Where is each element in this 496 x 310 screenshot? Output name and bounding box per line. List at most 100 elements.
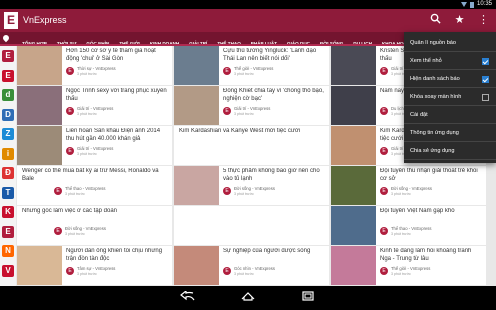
menu-item[interactable]: Thông tin ứng dụng [404,126,496,142]
article-time: 3 phút trước [234,192,254,196]
source-icon: E [54,187,62,195]
status-icons: 10:35 [460,0,492,9]
source-logo[interactable]: E [2,225,14,238]
article-card[interactable]: Đội tuyển thu nhận giải thoát trẻ khỏi c… [331,166,486,205]
source-logo[interactable]: V [2,264,14,277]
menu-item-label: Khóa xoay màn hình [410,94,462,100]
article-card[interactable]: Cựu thủ tướng Yingluck: 'Lãnh đạo Thái L… [174,46,329,85]
menu-checkbox[interactable] [482,94,489,101]
article-title [179,208,327,224]
source-icon: E [223,67,231,75]
article-card[interactable]: Đội tuyển Việt Nam gặp khó E Thể thao - Vn… [331,206,486,245]
tab-goc-nhin[interactable]: GÓC NHÌN [81,38,114,44]
article-thumbnail [174,246,219,285]
status-bar: 10:35 [0,0,496,9]
tab-du-lich[interactable]: DU LỊCH [348,38,377,44]
source-icon: E [66,107,74,115]
article-title: Cựu thủ tướng Yingluck: 'Lãnh đạo Thái L… [223,48,317,62]
article-title: Đội tuyển thu nhận giải thoát trẻ khỏi c… [380,168,478,182]
article-title: Kinh tế đang làm hồi khoảng tranh Nga - … [380,248,472,262]
tab-phap-luat[interactable]: PHÁP LUẬT [246,38,282,44]
menu-item[interactable]: Hiện danh sách báo [404,72,496,88]
article-title: Kim Kardashian và Kanye West mời tiệc cư… [179,128,301,134]
wifi-icon [460,2,467,7]
article-category: Thời sự - VnExpress [77,66,116,71]
source-icon: E [380,227,388,235]
menu-item[interactable]: Quản lí nguồn báo [404,36,496,52]
article-time: 3 phút trước [234,272,254,276]
article-thumbnail [174,86,219,125]
article-card[interactable]: Liên hoan Sân khấu Điện ảnh 2014 thu hút… [17,126,172,165]
tab-kinh-doanh[interactable]: KINH DOANH [145,38,184,44]
article-thumbnail [17,246,62,285]
overflow-menu-icon[interactable]: ⋮ [476,13,491,28]
article-time: 3 phút trước [77,152,97,156]
article-card[interactable]: Đồng Khiết chia tay vì 'chồng thô bạo, n… [174,86,329,125]
menu-checkbox[interactable] [482,58,489,65]
menu-item-label: Hiện danh sách báo [410,76,460,82]
action-bar: E VnExpress ★ ⋮ [0,9,496,32]
source-logo[interactable]: Z [2,128,14,140]
article-category: Thể thao - VnExpress [65,186,106,191]
menu-item[interactable]: Chia sẻ ứng dụng [404,144,496,160]
article-card[interactable]: Sự nghiệp của người được sống E Góc nhìn -… [174,246,329,285]
article-card[interactable]: Hơn 150 cơ sở y tế tham gia hoạt động 'c… [17,46,172,85]
article-card[interactable]: Kim Kardashian và Kanye West mời tiệc cư… [174,126,329,165]
search-icon[interactable] [428,13,443,28]
menu-item-label: Cài đặt [410,112,428,118]
article-time: 3 phút trước [77,272,97,276]
article-card[interactable]: 5 thực phẩm không bao giờ nên cho vào tủ… [174,166,329,205]
source-logo[interactable]: E [2,69,14,82]
home-icon[interactable] [238,291,258,305]
source-logo[interactable]: i [2,147,14,160]
source-logo[interactable]: Đ [2,167,14,179]
tab-thoi-su[interactable]: THỜI SỰ [52,38,81,44]
article-card[interactable]: Wenger có thể mua bất kỳ ai trừ Messi, R… [17,166,172,205]
star-icon[interactable]: ★ [452,13,467,28]
article-title: Đội tuyển Việt Nam gặp khó [380,208,455,214]
source-logo[interactable]: D [2,108,14,121]
source-icon: E [380,187,388,195]
menu-checkbox[interactable] [482,76,489,83]
menu-item[interactable]: Xem thể nhỏ [404,54,496,70]
source-logo[interactable]: N [2,245,14,257]
article-card[interactable] [174,206,329,245]
article-thumbnail [174,46,219,85]
article-card[interactable]: Kinh tế đang làm hồi khoảng tranh Nga - … [331,246,486,285]
tab-giao-duc[interactable]: GIÁO DỤC [282,38,315,44]
menu-item[interactable]: Cài đặt [404,108,496,124]
article-time: 3 phút trước [77,112,97,116]
source-icon: E [380,67,388,75]
article-thumbnail [17,126,62,165]
article-card[interactable]: Người đàn ông khiến tồi chịu những trận … [17,246,172,285]
article-category: Giải trí - VnExpress [77,146,114,151]
source-icon: E [380,147,388,155]
article-thumbnail [331,206,376,245]
menu-item-label: Chia sẻ ứng dụng [410,148,455,154]
article-category: Đời sống - VnExpress [391,186,432,191]
tab-doi-song[interactable]: ĐỜI SỐNG [315,38,348,44]
source-logo[interactable]: d [2,89,14,101]
article-card[interactable]: Những góc làm việc ở các tập đoàn E Đời số… [17,206,172,245]
source-logo[interactable]: K [2,206,14,218]
source-logo[interactable]: E [2,50,14,62]
article-title: Ngọc Trinh sexy với trang phục xuyên thấ… [66,88,167,102]
screen: 10:35 E VnExpress ★ ⋮ TỔNG HỢP THỜI SỰ GÓC… [0,0,496,310]
tab-the-thao[interactable]: THỂ THAO [212,38,245,44]
app-logo[interactable]: E [4,12,18,29]
menu-item-label: Thông tin ứng dụng [410,130,459,136]
source-logo[interactable]: T [2,186,14,199]
recents-icon[interactable] [298,291,318,305]
tab-giai-tri[interactable]: GIẢI TRÍ [184,38,212,44]
article-thumbnail [174,166,219,205]
article-title: Hơn 150 cơ sở y tế tham gia hoạt động 'c… [66,48,156,62]
article-time: 3 phút trước [391,232,411,236]
article-thumbnail [331,46,376,85]
article-card[interactable]: Ngọc Trinh sexy với trang phục xuyên thấ… [17,86,172,125]
article-category: Thể thao - VnExpress [391,226,432,231]
source-icon: E [66,147,74,155]
menu-item[interactable]: Khóa xoay màn hình [404,90,496,106]
tab-the-gioi[interactable]: THẾ GIỚI [114,38,145,44]
article-thumbnail [17,86,62,125]
back-icon[interactable] [178,289,198,305]
